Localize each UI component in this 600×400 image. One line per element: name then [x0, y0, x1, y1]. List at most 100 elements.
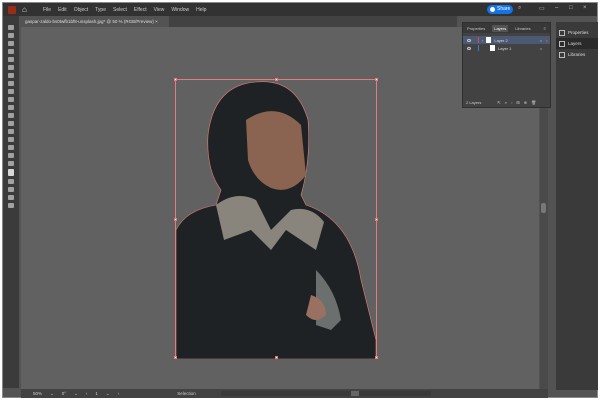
- libraries-icon: [559, 51, 565, 58]
- width-tool-icon[interactable]: [8, 105, 14, 110]
- draw-mode-icon[interactable]: [8, 187, 14, 192]
- new-layer-icon[interactable]: ⊕: [524, 100, 527, 105]
- locate-object-icon[interactable]: ⌕: [505, 100, 507, 105]
- close-icon[interactable]: ×: [583, 5, 587, 11]
- panel-menu-icon[interactable]: ≡: [544, 26, 546, 31]
- visibility-eye-icon[interactable]: [467, 46, 471, 50]
- menu-help[interactable]: Help: [196, 7, 206, 13]
- document-tab[interactable]: gaspar-zaldo-bs0twfb1bf8-unsplash.jpg* @…: [21, 16, 169, 27]
- visibility-eye-icon[interactable]: [467, 38, 471, 42]
- dock-libraries[interactable]: Libraries: [556, 49, 598, 60]
- hand-tool-icon[interactable]: [8, 153, 14, 158]
- scale-tool-icon[interactable]: [8, 97, 14, 102]
- layers-icon: [559, 40, 565, 47]
- home-icon[interactable]: ⌂: [22, 5, 31, 14]
- new-sublayer-icon[interactable]: ⊞: [516, 100, 519, 105]
- tab-properties[interactable]: Properties: [467, 26, 485, 31]
- next-artboard-icon[interactable]: ›: [118, 391, 120, 396]
- symbol-tool-icon[interactable]: [8, 137, 14, 142]
- menu-edit[interactable]: Edit: [58, 7, 67, 13]
- rotation-dropdown-icon[interactable]: ⌄: [74, 391, 78, 397]
- zoom-level[interactable]: 50%: [33, 391, 42, 396]
- zoom-dropdown-icon[interactable]: ⌄: [50, 391, 54, 397]
- menu-object[interactable]: Object: [74, 7, 88, 13]
- resize-handle[interactable]: [375, 78, 378, 81]
- eyedropper-tool-icon[interactable]: [8, 121, 14, 126]
- layer-name[interactable]: Layer 1: [498, 46, 511, 51]
- layer-thumbnail: [486, 37, 492, 43]
- zoom-tool-icon[interactable]: [8, 161, 14, 166]
- target-icon[interactable]: ○: [540, 46, 542, 51]
- scroll-thumb[interactable]: [541, 203, 546, 213]
- more-tools-icon[interactable]: [8, 203, 14, 208]
- resize-handle[interactable]: [275, 78, 278, 81]
- dock-layers[interactable]: Layers: [556, 38, 598, 49]
- blend-tool-icon[interactable]: [8, 129, 14, 134]
- minimize-icon[interactable]: –: [555, 5, 558, 11]
- clipping-mask-icon[interactable]: ▫: [511, 100, 512, 105]
- fill-stroke-icon[interactable]: [8, 169, 14, 176]
- layer-count: 2 Layers: [466, 100, 482, 105]
- layer-color: [478, 37, 479, 43]
- search-icon[interactable]: ⌕: [518, 5, 521, 12]
- layer-row[interactable]: › Layer 2 ○ ●: [463, 36, 550, 44]
- pen-tool-icon[interactable]: [8, 41, 14, 46]
- tools-panel: [3, 16, 19, 388]
- rotation-value[interactable]: 0°: [62, 391, 66, 396]
- share-button[interactable]: Share: [487, 5, 513, 14]
- curvature-tool-icon[interactable]: [8, 49, 14, 54]
- resize-handle[interactable]: [174, 78, 177, 81]
- selection-tool-icon[interactable]: [8, 25, 14, 30]
- shape-builder-tool-icon[interactable]: [8, 113, 14, 118]
- layer-thumbnail: [490, 45, 495, 51]
- rectangle-tool-icon[interactable]: [8, 57, 14, 62]
- expand-chevron-icon[interactable]: ›: [482, 38, 483, 43]
- resize-handle[interactable]: [275, 356, 278, 359]
- resize-handle[interactable]: [375, 218, 378, 221]
- layer-color: [478, 45, 479, 51]
- arrange-icon[interactable]: ▭: [539, 5, 545, 12]
- target-icon[interactable]: ○: [540, 38, 542, 43]
- resize-handle[interactable]: [174, 356, 177, 359]
- rotate-tool-icon[interactable]: [8, 81, 14, 86]
- current-tool: Selection: [177, 391, 196, 396]
- tab-libraries[interactable]: Libraries: [515, 26, 530, 31]
- maximize-icon[interactable]: □: [569, 5, 573, 11]
- screen-mode-icon[interactable]: [8, 195, 14, 200]
- scroll-thumb[interactable]: [351, 391, 359, 396]
- resize-handle[interactable]: [375, 356, 378, 359]
- resize-handle[interactable]: [174, 218, 177, 221]
- type-tool-icon[interactable]: [8, 73, 14, 78]
- right-dock: Properties Layers Libraries: [556, 22, 598, 390]
- tab-layers[interactable]: Layers: [492, 24, 509, 32]
- layer-row[interactable]: Layer 1 ○: [463, 44, 550, 52]
- properties-icon: [559, 29, 565, 36]
- dock-label: Layers: [568, 41, 582, 46]
- color-mode-icon[interactable]: [8, 179, 14, 184]
- direct-selection-tool-icon[interactable]: [8, 33, 14, 38]
- document-tabs: gaspar-zaldo-bs0twfb1bf8-unsplash.jpg* @…: [21, 16, 457, 27]
- menu-window[interactable]: Window: [171, 7, 189, 13]
- document-tab-label: gaspar-zaldo-bs0twfb1bf8-unsplash.jpg* @…: [25, 19, 154, 24]
- menu-type[interactable]: Type: [95, 7, 106, 13]
- menu-view[interactable]: View: [154, 7, 165, 13]
- delete-icon[interactable]: 🗑: [531, 100, 536, 105]
- layers-panel: Properties Layers Libraries ≡ › Layer 2 …: [462, 22, 551, 108]
- eraser-tool-icon[interactable]: [8, 89, 14, 94]
- dock-properties[interactable]: Properties: [556, 27, 598, 38]
- artboard-tool-icon[interactable]: [8, 145, 14, 150]
- selected-art-indicator[interactable]: ●: [546, 38, 548, 43]
- layer-name[interactable]: Layer 2: [494, 38, 507, 43]
- export-icon[interactable]: ⇱: [497, 100, 500, 105]
- pencil-tool-icon[interactable]: [8, 65, 14, 70]
- horizontal-scrollbar[interactable]: [221, 391, 431, 396]
- tab-close-icon[interactable]: ×: [155, 19, 158, 24]
- illustrator-window: ⌂ File Edit Object Type Select Effect Vi…: [2, 2, 598, 398]
- menu-select[interactable]: Select: [113, 7, 127, 13]
- artboard-dropdown-icon[interactable]: ⌄: [106, 391, 110, 397]
- artboard-number[interactable]: 1: [95, 391, 98, 396]
- menu-file[interactable]: File: [43, 7, 51, 13]
- prev-artboard-icon[interactable]: ‹: [86, 391, 88, 396]
- placed-image[interactable]: [174, 78, 378, 360]
- menu-effect[interactable]: Effect: [134, 7, 147, 13]
